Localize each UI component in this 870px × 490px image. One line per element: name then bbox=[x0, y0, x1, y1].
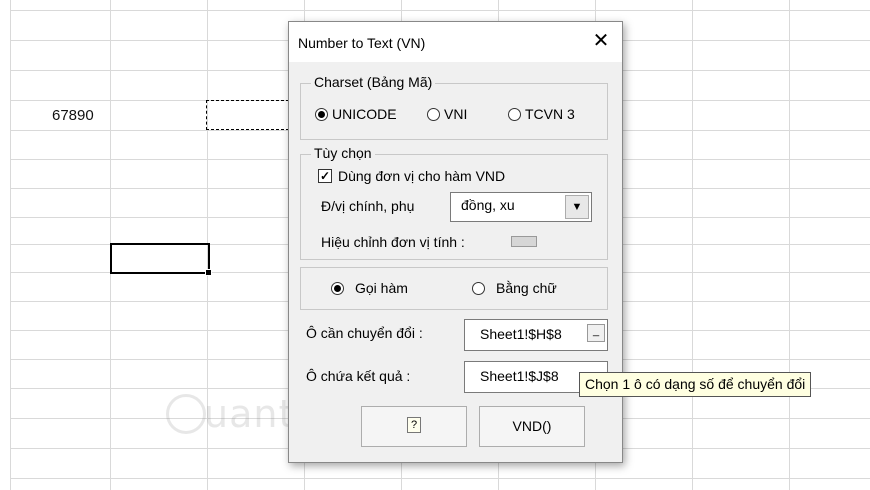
radio-dot-call-function bbox=[331, 281, 344, 295]
radio-label-vni: VNI bbox=[444, 106, 468, 122]
vnd-button[interactable]: VND() bbox=[479, 406, 585, 447]
dialog-titlebar[interactable]: Number to Text (VN) ✕ bbox=[289, 22, 622, 62]
checkbox-check-icon: ✓ bbox=[318, 169, 332, 183]
charset-legend: Charset (Bảng Mã) bbox=[311, 74, 436, 90]
source-cell-input[interactable]: Sheet1!$H$8 _ bbox=[464, 319, 608, 351]
unit-select-value: đồng, xu bbox=[461, 197, 515, 213]
radio-tcvn3[interactable]: TCVN 3 bbox=[508, 106, 575, 122]
radio-label-tcvn3: TCVN 3 bbox=[525, 106, 575, 122]
target-cell-label: Ô chứa kết quả : bbox=[306, 368, 411, 384]
number-to-text-dialog: Number to Text (VN) ✕ Charset (Bảng Mã) … bbox=[288, 21, 623, 463]
active-cell[interactable] bbox=[110, 243, 212, 276]
radio-in-words[interactable]: Bằng chữ bbox=[472, 280, 557, 296]
radio-vni[interactable]: VNI bbox=[427, 106, 467, 122]
dialog-title: Number to Text (VN) bbox=[298, 35, 426, 51]
radio-label-in-words: Bằng chữ bbox=[496, 280, 557, 296]
tooltip: Chọn 1 ô có dạng số để chuyển đổi bbox=[579, 372, 812, 397]
radio-dot-tcvn3 bbox=[508, 107, 521, 121]
chevron-down-icon[interactable]: ▼ bbox=[565, 195, 589, 219]
adjust-unit-slider[interactable] bbox=[511, 236, 537, 247]
adjust-unit-label: Hiệu chỉnh đơn vị tính : bbox=[321, 234, 465, 250]
radio-call-function[interactable]: Gọi hàm bbox=[331, 280, 408, 296]
use-unit-label: Dùng đơn vị cho hàm VND bbox=[338, 168, 506, 184]
collapse-icon[interactable]: _ bbox=[587, 324, 605, 342]
mode-group: Gọi hàm Bằng chữ bbox=[300, 267, 608, 310]
charset-group: Charset (Bảng Mã) UNICODE VNI TCVN 3 bbox=[300, 74, 608, 140]
radio-dot-in-words bbox=[472, 281, 485, 295]
vnd-button-label: VND() bbox=[512, 418, 552, 434]
cell-value[interactable]: 67890 bbox=[52, 107, 94, 124]
radio-unicode[interactable]: UNICODE bbox=[315, 106, 397, 122]
options-legend: Tùy chọn bbox=[311, 145, 375, 161]
use-unit-checkbox[interactable]: ✓ Dùng đơn vị cho hàm VND bbox=[318, 168, 505, 184]
unit-select[interactable]: đồng, xu ▼ bbox=[450, 192, 592, 222]
fill-handle[interactable] bbox=[205, 269, 212, 276]
radio-label-call-function: Gọi hàm bbox=[355, 280, 408, 296]
tooltip-text: Chọn 1 ô có dạng số để chuyển đổi bbox=[585, 376, 806, 392]
radio-label-unicode: UNICODE bbox=[332, 106, 397, 122]
radio-dot-vni bbox=[427, 107, 440, 121]
close-icon[interactable]: ✕ bbox=[590, 30, 612, 52]
source-cell-value: Sheet1!$H$8 bbox=[480, 326, 562, 342]
source-cell-label: Ô cần chuyển đổi : bbox=[306, 325, 423, 341]
options-group: Tùy chọn ✓ Dùng đơn vị cho hàm VND Đ/vị … bbox=[300, 145, 608, 260]
target-cell-value: Sheet1!$J$8 bbox=[480, 368, 559, 384]
help-icon: ? bbox=[407, 417, 421, 433]
radio-dot-unicode bbox=[315, 107, 328, 121]
unit-label: Đ/vị chính, phụ bbox=[321, 198, 415, 214]
help-button[interactable]: ? bbox=[361, 406, 467, 447]
